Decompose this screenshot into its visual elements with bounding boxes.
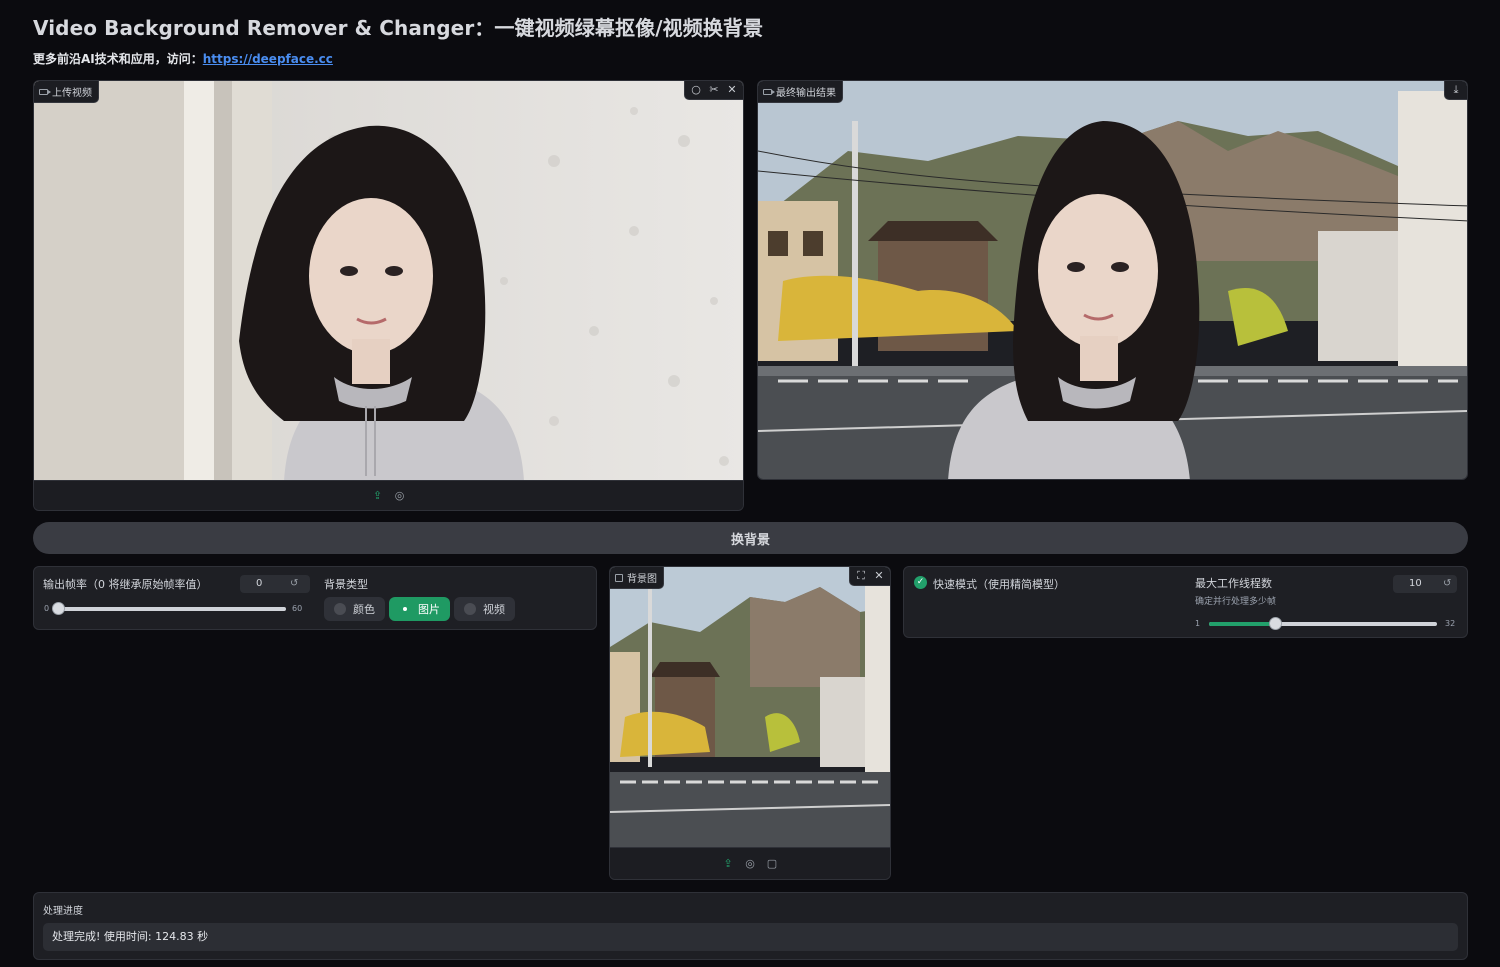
threads-slider-thumb[interactable]: [1269, 617, 1283, 630]
download-icon[interactable]: ⤓: [1448, 83, 1464, 97]
background-image-label: 背景图: [610, 567, 664, 589]
webcam-icon[interactable]: ◎: [743, 857, 757, 871]
bg-type-video-label: 视频: [483, 603, 505, 616]
page-subtitle: 更多前沿AI技术和应用，访问：https://deepface.cc: [33, 50, 333, 67]
processing-settings-panel: ✓ 快速模式（使用精简模型） 最大工作线程数 确定并行处理多少帧 10 ↺ 1 …: [903, 566, 1468, 638]
video-camera-icon: [763, 88, 775, 95]
background-image-preview: [610, 567, 890, 849]
fullscreen-icon[interactable]: ⛶: [853, 569, 869, 583]
clipboard-icon[interactable]: ▢: [765, 857, 779, 871]
progress-panel: 处理进度 处理完成! 使用时间: 124.83 秒: [33, 892, 1468, 960]
upload-video-frame: [34, 81, 743, 481]
output-video-panel[interactable]: 最终输出结果 ⤓: [757, 80, 1468, 480]
fast-mode-checkbox[interactable]: ✓: [914, 576, 927, 589]
threads-min-tick: 1: [1195, 619, 1201, 628]
progress-status: 处理完成! 使用时间: 124.83 秒: [43, 923, 1458, 951]
fps-max-tick: 60: [292, 604, 303, 613]
upload-video-label: 上传视频: [34, 81, 99, 103]
upload-video-label-text: 上传视频: [52, 88, 92, 99]
deepface-link[interactable]: https://deepface.cc: [203, 52, 333, 66]
webcam-icon[interactable]: ◎: [393, 489, 407, 503]
upload-video-panel[interactable]: 上传视频 ○ ✂ ✕ ⇪ ◎: [33, 80, 744, 511]
bg-type-color-label: 颜色: [353, 603, 375, 616]
rotate-icon[interactable]: ○: [688, 83, 704, 97]
scissors-icon[interactable]: ✂: [706, 83, 722, 97]
background-image-label-text: 背景图: [627, 574, 657, 585]
fps-slider[interactable]: [58, 607, 286, 611]
threads-slider-fill: [1209, 622, 1276, 626]
threads-max-tick: 32: [1445, 619, 1456, 628]
radio-dot: [464, 603, 476, 615]
close-icon[interactable]: ✕: [871, 569, 887, 583]
bg-type-image-label: 图片: [418, 603, 440, 616]
output-video-label-text: 最终输出结果: [776, 88, 836, 99]
upload-icon[interactable]: ⇪: [371, 489, 385, 503]
upload-icon[interactable]: ⇪: [721, 857, 735, 871]
fps-slider-thumb[interactable]: [52, 602, 65, 615]
close-icon[interactable]: ✕: [724, 83, 740, 97]
progress-label: 处理进度: [43, 906, 83, 917]
upload-video-toolbar: ⇪ ◎: [34, 480, 743, 510]
fps-min-tick: 0: [44, 604, 50, 613]
bg-type-image-option[interactable]: 图片: [389, 597, 450, 621]
background-image-toolbar: ⇪ ◎ ▢: [610, 847, 890, 879]
background-image-panel[interactable]: 背景图 ⛶ ✕ ⇪ ◎ ▢: [609, 566, 891, 880]
radio-dot: [334, 603, 346, 615]
video-camera-icon: [39, 88, 51, 95]
fps-label: 输出帧率（0 将继承原始帧率值）: [43, 578, 208, 591]
fast-mode-label: 快速模式（使用精简模型）: [933, 578, 1065, 591]
background-image-tools: ⛶ ✕: [849, 567, 890, 586]
subtitle-text: 更多前沿AI技术和应用，访问：: [33, 52, 203, 66]
output-video-tools: ⤓: [1444, 81, 1467, 100]
threads-label: 最大工作线程数: [1195, 577, 1272, 590]
swap-background-button[interactable]: 换背景: [33, 522, 1468, 554]
bg-type-color-option[interactable]: 颜色: [324, 597, 385, 621]
output-video-frame: [758, 81, 1467, 479]
bg-type-label: 背景类型: [324, 578, 368, 591]
output-settings-panel: 输出帧率（0 将继承原始帧率值） 0 ↺ 0 60 背景类型 颜色 图片 视频: [33, 566, 597, 630]
threads-help: 确定并行处理多少帧: [1195, 597, 1277, 607]
page-title: Video Background Remover & Changer：一键视频绿…: [33, 16, 764, 40]
threads-reset-icon[interactable]: ↺: [1443, 578, 1451, 589]
bg-type-video-option[interactable]: 视频: [454, 597, 515, 621]
output-video-label: 最终输出结果: [758, 81, 843, 103]
radio-dot: [399, 603, 411, 615]
image-icon: [615, 573, 623, 582]
fps-reset-icon[interactable]: ↺: [290, 578, 298, 589]
fps-input[interactable]: 0: [240, 575, 310, 593]
upload-video-tools: ○ ✂ ✕: [684, 81, 743, 100]
